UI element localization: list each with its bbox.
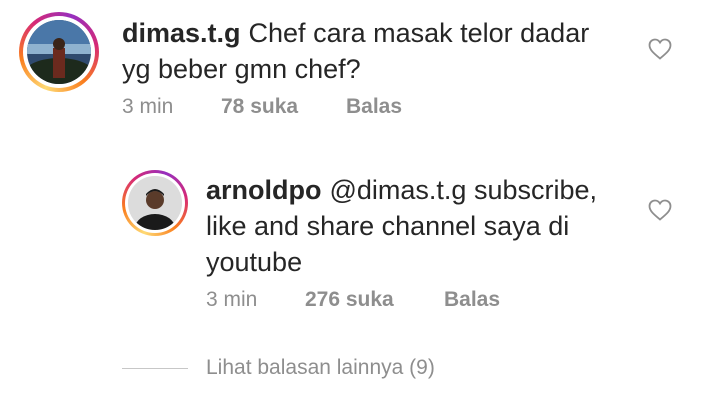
- mention-link[interactable]: @dimas.t.g: [330, 175, 467, 205]
- reply-body-line3: youtube: [206, 247, 303, 277]
- reply-body-line2: like and share channel saya di: [206, 211, 570, 241]
- comment-body-line2: yg beber gmn chef?: [122, 54, 361, 84]
- comment-body-line1: Chef cara masak telor dadar: [248, 18, 590, 48]
- view-more-label[interactable]: Lihat balasan lainnya (9): [206, 356, 435, 380]
- reply-button[interactable]: Balas: [444, 288, 500, 312]
- avatar-dimas[interactable]: [27, 20, 91, 84]
- view-more-replies[interactable]: Lihat balasan lainnya (9): [122, 356, 435, 380]
- comment-text: dimas.t.g Chef cara masak telor dadar yg …: [122, 15, 642, 87]
- comment-likes[interactable]: 78 suka: [221, 95, 346, 119]
- reply-meta: 3 min 276 suka Balas: [206, 288, 500, 312]
- comment-meta: 3 min 78 suka Balas: [122, 95, 402, 119]
- heart-icon[interactable]: [648, 38, 672, 65]
- divider-line: [122, 367, 188, 369]
- reply-body-line1: subscribe,: [473, 175, 598, 205]
- reply-button[interactable]: Balas: [346, 95, 402, 119]
- reply-text: arnoldpo @dimas.t.g subscribe, like and s…: [206, 172, 626, 280]
- reply-time: 3 min: [206, 288, 258, 311]
- avatar-arnoldpo[interactable]: [128, 176, 182, 230]
- comment-username[interactable]: dimas.t.g: [122, 18, 241, 48]
- reply-likes[interactable]: 276 suka: [305, 288, 444, 312]
- heart-icon[interactable]: [648, 199, 672, 226]
- reply-username[interactable]: arnoldpo: [206, 175, 322, 205]
- comment-time: 3 min: [122, 95, 174, 118]
